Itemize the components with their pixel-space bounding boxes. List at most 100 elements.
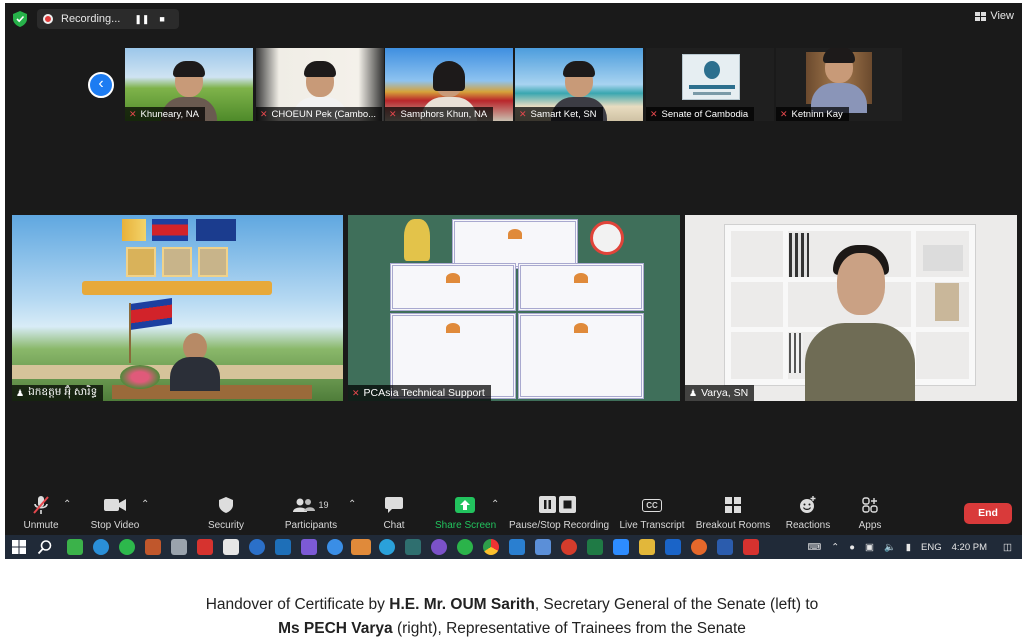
- taskbar-app-icon[interactable]: [327, 539, 343, 555]
- excel-icon[interactable]: [587, 539, 603, 555]
- zoom-icon[interactable]: [613, 539, 629, 555]
- video-options-caret-icon[interactable]: ⌃: [141, 499, 149, 510]
- caption-line-2: Ms PECH Varya (right), Representative of…: [278, 620, 746, 637]
- taskbar-app-icon[interactable]: [275, 539, 291, 555]
- participant-name-tag: ✕ Samphors Khun, NA: [385, 107, 494, 121]
- view-label: View: [990, 10, 1014, 22]
- mic-muted-icon: ✕: [389, 108, 397, 119]
- taskbar-app-icon[interactable]: [249, 539, 265, 555]
- audio-options-caret-icon[interactable]: ⌃: [63, 499, 71, 510]
- taskbar-app-icon[interactable]: [301, 539, 317, 555]
- end-meeting-button[interactable]: End: [964, 503, 1012, 524]
- breakout-rooms-button[interactable]: Breakout Rooms: [695, 495, 771, 531]
- reactions-button[interactable]: Reactions: [785, 495, 831, 531]
- chevron-up-icon[interactable]: ⌃: [831, 542, 839, 553]
- breakout-rooms-icon: [725, 497, 741, 513]
- clock[interactable]: 4:20 PM: [952, 542, 987, 553]
- language-indicator[interactable]: ENG: [921, 542, 942, 553]
- video-tile-ketninn-kay[interactable]: ✕ Ketninn Kay: [776, 48, 902, 121]
- stop-recording-icon[interactable]: ■: [159, 14, 164, 24]
- participant-name-tag: ✕ Samart Ket, SN: [515, 107, 603, 121]
- stop-video-button[interactable]: Stop Video: [87, 495, 143, 531]
- video-tile-oum-sarith[interactable]: ♟ ឯកឧត្តម អ៊ុំ សារិទ្ធ: [12, 215, 343, 401]
- security-button[interactable]: Security: [205, 495, 247, 531]
- taskbar-app-icon[interactable]: [67, 539, 83, 555]
- senate-logo: [682, 54, 740, 100]
- whatsapp-icon[interactable]: [457, 539, 473, 555]
- chat-button[interactable]: Chat: [377, 495, 411, 531]
- taskbar-app-icon[interactable]: [535, 539, 551, 555]
- keyboard-icon[interactable]: ⌨: [808, 542, 822, 553]
- windows-taskbar: ⌨ ⌃ ● ▣ 🔈 ▮ ENG 4:20 PM ◫: [5, 535, 1022, 559]
- taskbar-app-icon[interactable]: [509, 539, 525, 555]
- participant-name-tag: ♟ ឯកឧត្តម អ៊ុំ សារិទ្ធ: [12, 385, 104, 401]
- taskbar-app-icon[interactable]: [93, 539, 109, 555]
- video-tile-varya[interactable]: ♟ Varya, SN: [685, 215, 1017, 401]
- chrome-icon[interactable]: [483, 539, 499, 555]
- search-icon[interactable]: [37, 539, 53, 555]
- participant-name-tag: ✕ Senate of Cambodia: [646, 107, 755, 121]
- view-button[interactable]: View: [975, 10, 1014, 22]
- chevron-left-icon: ‹: [98, 75, 104, 92]
- mic-icon: ♟: [16, 387, 25, 398]
- network-icon[interactable]: ▣: [865, 542, 874, 553]
- emblem-icon: [404, 219, 430, 261]
- chat-bubble-icon: [385, 497, 403, 513]
- volume-icon[interactable]: 🔈: [884, 542, 896, 553]
- taskbar-app-icon[interactable]: [223, 539, 239, 555]
- video-tile-choeun-pek[interactable]: ✕ CHOEUN Pek (Cambo...: [256, 48, 384, 121]
- outlook-icon[interactable]: [665, 539, 681, 555]
- taskbar-app-icon[interactable]: [197, 539, 213, 555]
- taskbar-app-icon[interactable]: [561, 539, 577, 555]
- word-icon[interactable]: [717, 539, 733, 555]
- live-transcript-button[interactable]: CC Live Transcript: [619, 495, 685, 531]
- video-tile-senate-of-cambodia[interactable]: ✕ Senate of Cambodia: [646, 48, 774, 121]
- notifications-icon[interactable]: ◫: [1003, 542, 1012, 553]
- participant-name-tag: ✕ Ketninn Kay: [776, 107, 849, 121]
- video-tile-samphors-khun[interactable]: ✕ Samphors Khun, NA: [385, 48, 513, 121]
- previous-page-button[interactable]: ‹: [88, 72, 114, 98]
- smiley-icon: [800, 496, 816, 513]
- taskbar-app-icon[interactable]: [145, 539, 161, 555]
- share-screen-icon: [455, 497, 475, 513]
- pdf-icon[interactable]: [743, 539, 759, 555]
- mic-muted-icon: ✕: [650, 108, 658, 119]
- security-shield-icon[interactable]: [13, 11, 27, 27]
- participants-button[interactable]: 19 Participants: [283, 495, 339, 531]
- video-tile-khuneary[interactable]: ✕ Khuneary, NA: [125, 48, 253, 121]
- microphone-icon[interactable]: ●: [849, 542, 855, 553]
- viber-icon[interactable]: [431, 539, 447, 555]
- pause-recording-icon[interactable]: ❚❚: [134, 14, 149, 25]
- mic-muted-icon: ✕: [352, 387, 360, 398]
- apps-button[interactable]: Apps: [855, 495, 885, 531]
- taskbar-app-icon[interactable]: [119, 539, 135, 555]
- participant-name-tag: ✕ CHOEUN Pek (Cambo...: [256, 107, 383, 121]
- photo-caption: Handover of Certificate by H.E. Mr. OUM …: [0, 593, 1024, 641]
- mic-muted-icon: ✕: [519, 108, 527, 119]
- file-explorer-icon[interactable]: [639, 539, 655, 555]
- pause-stop-recording-button[interactable]: Pause/Stop Recording: [509, 495, 609, 531]
- participant-name-tag: ✕ PCAsia Technical Support: [348, 385, 491, 401]
- mic-muted-icon: [33, 496, 49, 514]
- system-tray: ⌨ ⌃ ● ▣ 🔈 ▮ ENG 4:20 PM ◫: [808, 535, 1012, 559]
- share-options-caret-icon[interactable]: ⌃: [491, 499, 499, 510]
- unmute-button[interactable]: Unmute: [21, 495, 61, 531]
- participants-caret-icon[interactable]: ⌃: [348, 499, 356, 510]
- taskbar-app-icon[interactable]: [405, 539, 421, 555]
- participants-count: 19: [318, 500, 329, 510]
- grid-view-icon: [975, 11, 987, 21]
- windows-start-icon[interactable]: [11, 539, 27, 555]
- firefox-icon[interactable]: [691, 539, 707, 555]
- zoom-window: Recording... ❚❚ ■ View ‹ ✕ Khuneary, NA ✕…: [5, 3, 1022, 559]
- telegram-icon[interactable]: [379, 539, 395, 555]
- video-tile-pcasia-technical-support[interactable]: ✕ PCAsia Technical Support: [348, 215, 680, 401]
- participants-icon: [293, 498, 316, 512]
- recording-indicator: Recording... ❚❚ ■: [37, 9, 179, 29]
- video-tile-samart-ket[interactable]: ✕ Samart Ket, SN: [515, 48, 643, 121]
- taskbar-app-icon[interactable]: [351, 539, 371, 555]
- mic-muted-icon: ✕: [260, 108, 268, 119]
- share-screen-button[interactable]: Share Screen: [435, 495, 496, 531]
- closed-caption-icon: CC: [642, 498, 662, 512]
- battery-icon[interactable]: ▮: [906, 542, 911, 553]
- taskbar-app-icon[interactable]: [171, 539, 187, 555]
